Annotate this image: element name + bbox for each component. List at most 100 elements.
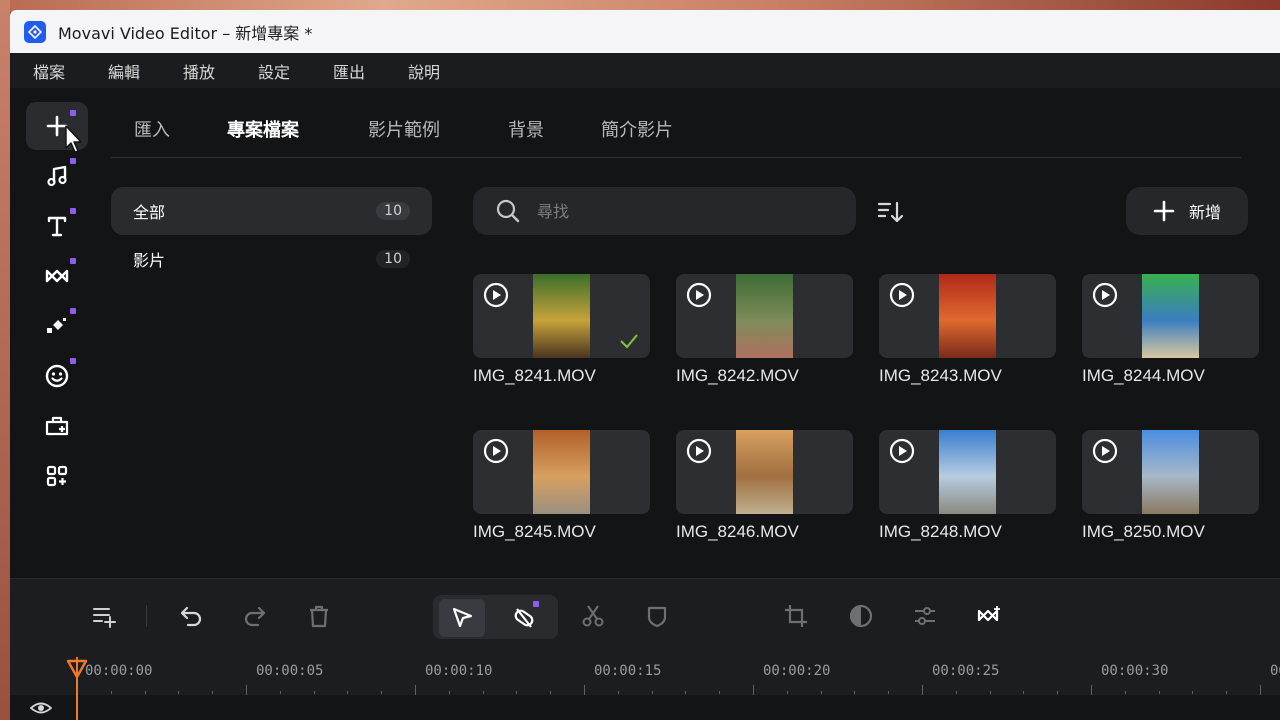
ruler-minor-tick	[786, 691, 788, 694]
ruler-major-tick	[1260, 685, 1261, 695]
tab-project-files[interactable]: 專案檔案	[227, 116, 299, 142]
new-indicator-dot	[70, 158, 76, 164]
thumbnail-image	[533, 274, 590, 358]
marker-button[interactable]	[634, 597, 680, 635]
eye-icon[interactable]	[30, 699, 52, 717]
rail-store-button[interactable]	[26, 402, 88, 450]
toolbar-divider	[146, 605, 147, 627]
play-icon[interactable]	[1090, 280, 1120, 310]
ruler-minor-tick	[178, 691, 180, 694]
category-all[interactable]: 全部 10	[111, 187, 432, 235]
redo-button[interactable]	[232, 597, 278, 635]
media-thumbnail[interactable]	[879, 430, 1056, 514]
scissors-icon	[582, 605, 604, 627]
media-filename: IMG_8244.MOV	[1082, 366, 1205, 385]
crop-button[interactable]	[773, 597, 819, 635]
rail-transitions-button[interactable]	[26, 252, 88, 300]
stickers-icon	[45, 364, 69, 388]
ruler-minor-tick	[1226, 691, 1228, 694]
category-count: 10	[376, 250, 410, 268]
rail-effects-button[interactable]	[26, 302, 88, 350]
ruler-minor-tick	[1192, 691, 1194, 694]
play-icon[interactable]	[684, 280, 714, 310]
play-icon[interactable]	[887, 436, 917, 466]
media-item[interactable]: IMG_8245.MOV	[473, 430, 650, 550]
play-icon[interactable]	[481, 280, 511, 310]
media-thumbnail[interactable]	[473, 274, 650, 358]
play-icon[interactable]	[481, 436, 511, 466]
media-thumbnail[interactable]	[879, 274, 1056, 358]
media-thumbnail[interactable]	[473, 430, 650, 514]
split-button[interactable]	[570, 597, 616, 635]
sort-icon[interactable]	[876, 199, 906, 225]
menu-help[interactable]: 說明	[408, 59, 460, 83]
pointer-icon	[452, 607, 473, 628]
ruler-minor-tick	[820, 691, 822, 694]
media-item[interactable]: IMG_8248.MOV	[879, 430, 1056, 550]
trash-icon	[310, 605, 328, 628]
add-media-label: 新增	[1188, 203, 1221, 222]
timeline-ruler[interactable]: 00:00:00 00:00:05 00:00:10 00:00:15 00:00:20…	[10, 649, 1280, 699]
undo-icon	[180, 606, 202, 627]
media-thumbnail[interactable]	[676, 274, 853, 358]
media-filename: IMG_8248.MOV	[879, 522, 1002, 541]
rail-stickers-button[interactable]	[26, 352, 88, 400]
category-label: 全部	[133, 203, 166, 222]
menu-export[interactable]: 匯出	[333, 59, 385, 83]
media-thumbnail[interactable]	[676, 430, 853, 514]
delete-button[interactable]	[296, 597, 342, 635]
media-item[interactable]: IMG_8246.MOV	[676, 430, 853, 550]
timecode-label: 00:00:00	[85, 663, 153, 679]
new-indicator-dot	[70, 308, 76, 314]
tab-intro-videos[interactable]: 簡介影片	[601, 116, 673, 142]
thumbnail-image	[1142, 430, 1199, 514]
ruler-minor-tick	[1158, 691, 1160, 694]
clip-properties-button[interactable]	[902, 597, 948, 635]
rail-music-button[interactable]	[26, 152, 88, 200]
play-icon[interactable]	[887, 280, 917, 310]
menu-settings[interactable]: 設定	[258, 59, 310, 83]
menu-file[interactable]: 檔案	[33, 59, 85, 83]
search-input[interactable]	[537, 201, 837, 221]
add-media-button[interactable]: 新增	[1126, 187, 1248, 235]
play-icon[interactable]	[1090, 436, 1120, 466]
tab-import[interactable]: 匯入	[134, 116, 170, 142]
ruler-minor-tick	[448, 691, 450, 694]
tab-backgrounds[interactable]: 背景	[508, 116, 544, 142]
tab-sample-videos[interactable]: 影片範例	[368, 116, 440, 142]
playhead-handle[interactable]	[66, 659, 88, 679]
timeline-track[interactable]	[10, 695, 1280, 720]
ruler-minor-tick	[617, 691, 619, 694]
rail-more-button[interactable]	[26, 452, 88, 500]
sliders-icon	[915, 607, 935, 625]
ruler-minor-tick	[685, 691, 687, 694]
menu-edit[interactable]: 編輯	[108, 59, 160, 83]
contrast-icon	[849, 604, 873, 628]
media-tabs: 匯入 專案檔案 影片範例 背景 簡介影片	[111, 88, 1241, 158]
play-icon[interactable]	[684, 436, 714, 466]
desktop-background-left	[0, 0, 10, 720]
select-tool-button[interactable]	[439, 599, 485, 637]
media-item[interactable]: IMG_8244.MOV	[1082, 274, 1259, 394]
media-thumbnail[interactable]	[1082, 430, 1259, 514]
thumbnail-image	[736, 274, 793, 358]
color-adjust-button[interactable]	[838, 597, 884, 635]
ruler-minor-tick	[955, 691, 957, 694]
category-videos[interactable]: 影片 10	[111, 235, 432, 283]
transitions-icon	[45, 269, 69, 283]
media-item[interactable]: IMG_8242.MOV	[676, 274, 853, 394]
rail-titles-button[interactable]	[26, 202, 88, 250]
ruler-minor-tick	[212, 691, 214, 694]
media-item[interactable]: IMG_8241.MOV	[473, 274, 650, 394]
media-item[interactable]: IMG_8243.MOV	[879, 274, 1056, 394]
menu-playback[interactable]: 播放	[183, 59, 235, 83]
magnet-tool-button[interactable]	[501, 599, 547, 637]
add-track-button[interactable]	[81, 597, 127, 635]
media-thumbnail[interactable]	[1082, 274, 1259, 358]
transition-wizard-button[interactable]	[966, 597, 1012, 635]
redo-icon	[244, 606, 266, 627]
media-item[interactable]: IMG_8250.MOV	[1082, 430, 1259, 550]
undo-button[interactable]	[168, 597, 214, 635]
title-bar[interactable]: Movavi Video Editor – 新增專案 *	[10, 10, 1280, 53]
menu-bar: 檔案 編輯 播放 設定 匯出 說明	[10, 53, 1280, 88]
